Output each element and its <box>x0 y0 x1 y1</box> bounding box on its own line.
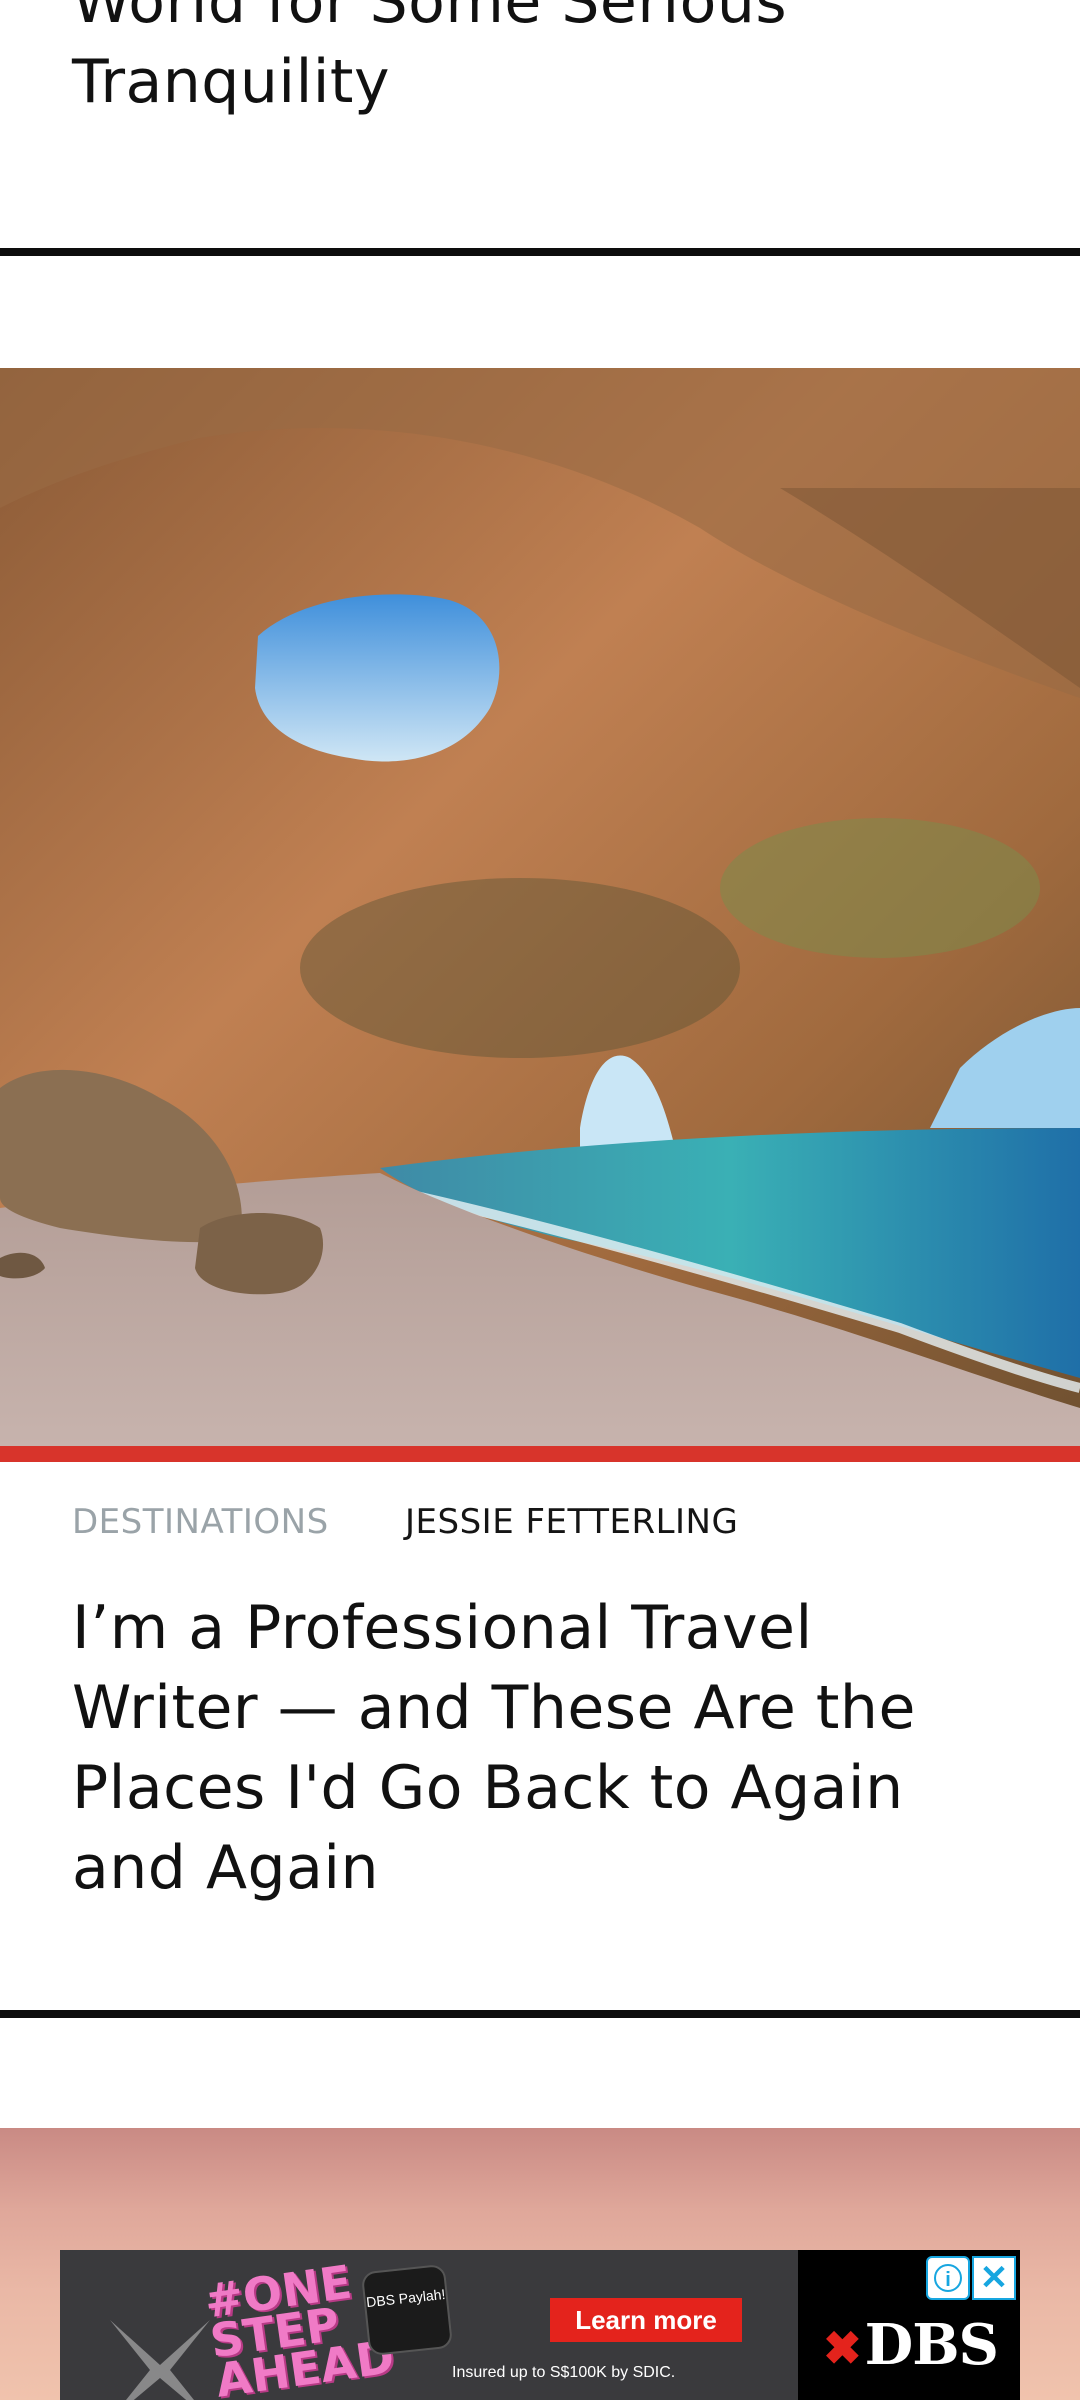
decorative-x-icon <box>110 2320 210 2400</box>
article-title[interactable]: I’m a Professional Travel Writer — and T… <box>72 1588 1002 1908</box>
hero-accent-bar <box>0 1446 1080 1462</box>
learn-more-button[interactable]: Learn more <box>550 2298 742 2342</box>
ad-disclaimer: Insured up to S$100K by SDIC. <box>452 2364 676 2381</box>
close-icon[interactable]: ✕ <box>972 2256 1016 2300</box>
ad-brand-logo: ✖DBS <box>823 2312 999 2378</box>
ad-app-logo: DBS Paylah! <box>360 2263 454 2357</box>
divider <box>0 248 1080 256</box>
category-label[interactable]: DESTINATIONS <box>72 1502 329 1542</box>
divider <box>0 2010 1080 2018</box>
author-name[interactable]: JESSIE FETTERLING <box>405 1502 738 1542</box>
article-title[interactable]: World for Some Serious Tranquility <box>72 0 1002 122</box>
banner-ad[interactable]: #ONE STEP AHEAD DBS Paylah! Learn more I… <box>60 2250 1020 2400</box>
article-hero-image[interactable] <box>0 368 1080 1446</box>
info-icon[interactable]: i <box>926 2256 970 2300</box>
